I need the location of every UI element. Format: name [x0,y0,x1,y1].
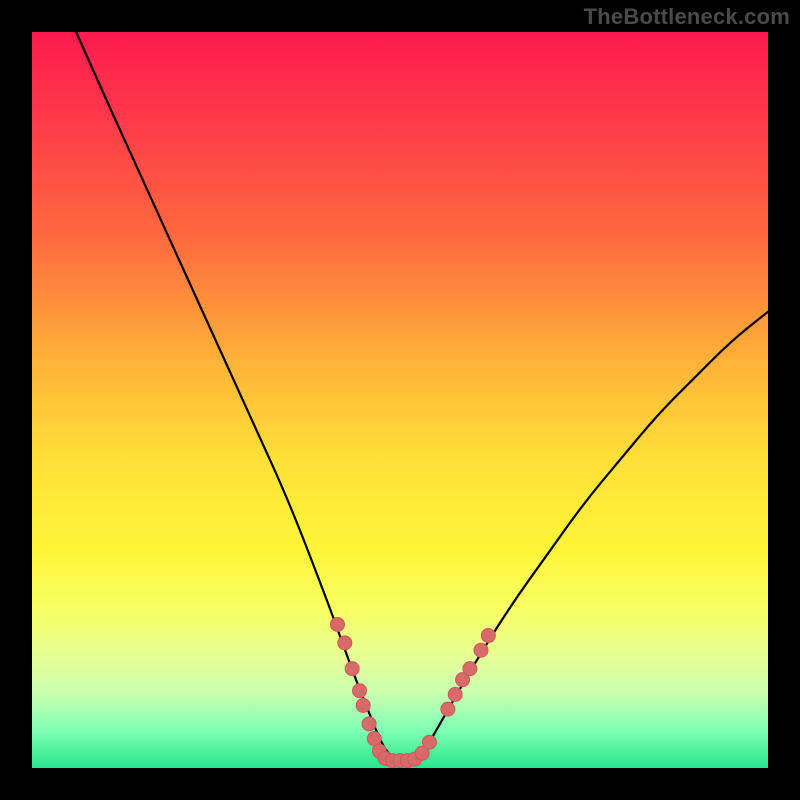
data-dot [463,662,477,676]
data-dot [448,687,462,701]
data-dots [330,617,495,767]
curve-layer [32,32,768,768]
data-dot [345,662,359,676]
watermark-text: TheBottleneck.com [584,4,790,30]
data-dot [353,684,367,698]
data-dot [441,702,455,716]
bottleneck-curve [76,32,768,761]
data-dot [362,717,376,731]
data-dot [422,735,436,749]
chart-frame: TheBottleneck.com [0,0,800,800]
data-dot [474,643,488,657]
data-dot [330,617,344,631]
data-dot [338,636,352,650]
plot-area [32,32,768,768]
data-dot [481,629,495,643]
data-dot [356,698,370,712]
data-dot [367,732,381,746]
